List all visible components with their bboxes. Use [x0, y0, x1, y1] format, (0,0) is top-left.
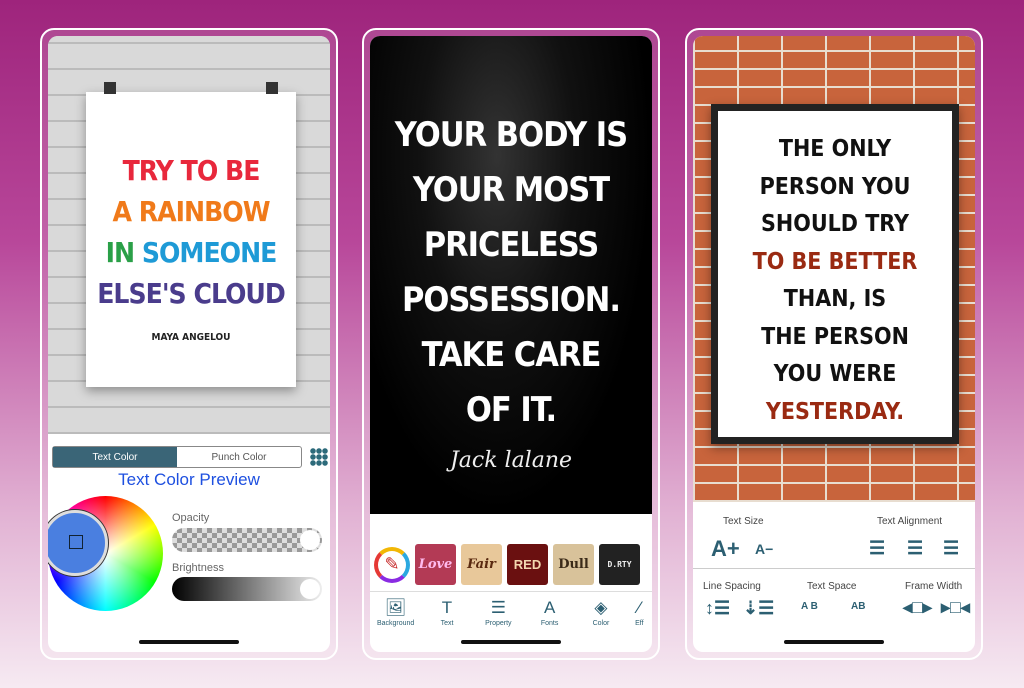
font-style-fair[interactable]: Fair — [461, 544, 502, 585]
tab-punch-color[interactable]: Punch Color — [177, 447, 301, 467]
opacity-slider[interactable] — [172, 528, 322, 552]
toolbar-label: Text — [440, 620, 454, 627]
toolbar-label: Property — [485, 620, 512, 627]
toolbar-property[interactable]: ☰ Property — [475, 598, 521, 627]
phone-text-color: TRY TO BE A RAINBOW IN SOMEONE ELSE'S CL… — [40, 28, 338, 660]
home-indicator — [461, 640, 561, 644]
toolbar-effects[interactable]: ⁄ Eff — [629, 598, 649, 627]
toolbar-label: Fonts — [540, 620, 559, 627]
brightness-slider[interactable] — [172, 577, 322, 601]
phone-fonts: YOUR BODY IS YOUR MOST PRICELESS POSSESS… — [362, 28, 660, 660]
quote-line: TAKE CARE — [421, 335, 602, 375]
clip-icon — [266, 82, 278, 94]
quote-word: IN — [105, 236, 142, 269]
divider — [693, 568, 975, 569]
frame-width-increase-icon[interactable]: ◂□▸ — [903, 597, 932, 618]
signature: Jack lalane — [449, 448, 573, 473]
framed-quote[interactable]: THE ONLY PERSON YOU SHOULD TRY TO BE BETTER… — [711, 104, 959, 444]
selection-square-icon — [69, 535, 83, 549]
quote-line: YOU WERE — [773, 361, 897, 387]
grid-icon[interactable] — [310, 448, 328, 466]
image-icon: 🖼 — [384, 598, 407, 617]
quote-line: PRICELESS — [423, 225, 600, 265]
toolbar-fonts[interactable]: A Fonts — [527, 598, 573, 627]
toolbar-color[interactable]: ◈ Color — [578, 598, 624, 627]
quote-text[interactable]: YOUR BODY IS YOUR MOST PRICELESS POSSESS… — [370, 108, 652, 438]
font-style-dull[interactable]: Dull — [553, 544, 594, 585]
line-spacing-increase-icon[interactable]: ↕☰ — [705, 598, 730, 619]
text-space-increase-icon[interactable]: A B — [801, 601, 818, 612]
text-size-label: Text Size — [723, 516, 764, 527]
text-alignment-label: Text Alignment — [877, 516, 943, 527]
eyedropper-icon[interactable]: ✎ — [374, 546, 410, 583]
quote-line: TRY TO BE — [122, 154, 261, 187]
text-space-label: Text Space — [807, 581, 857, 592]
preview-title: Text Color Preview — [118, 470, 260, 489]
slider-knob[interactable] — [300, 579, 320, 599]
home-indicator — [139, 640, 239, 644]
slider-knob[interactable] — [300, 530, 320, 550]
home-indicator — [784, 640, 884, 644]
text-space-decrease-icon[interactable]: AB — [851, 601, 865, 612]
quote-word: SOMEONE — [141, 236, 278, 269]
frame-width-decrease-icon[interactable]: ▸□◂ — [941, 597, 970, 618]
magic-wand-icon: ⁄ — [637, 598, 641, 617]
quote-line: ELSE'S CLOUD — [97, 277, 286, 310]
toolbar-label: Background — [376, 620, 415, 627]
decrease-text-size-icon[interactable]: A− — [755, 541, 773, 557]
align-left-icon[interactable]: ☰ — [869, 538, 885, 559]
quote-line: PERSON YOU — [759, 173, 911, 200]
clip-icon — [104, 82, 116, 94]
phone-text-property: THE ONLY PERSON YOU SHOULD TRY TO BE BETTER… — [685, 28, 983, 660]
quote-line: YOUR BODY IS — [394, 115, 628, 155]
author: MAYA ANGELOU — [151, 332, 231, 343]
quote-line: POSSESSION. — [402, 280, 621, 320]
color-tabs: Text Color Punch Color — [52, 446, 302, 468]
align-right-icon[interactable]: ☰ — [943, 538, 959, 559]
quote-line: TO BE BETTER — [752, 248, 918, 275]
quote-line: YOUR MOST — [412, 170, 610, 210]
brightness-label: Brightness — [172, 562, 224, 574]
frame-width-label: Frame Width — [905, 581, 963, 592]
line-spacing-decrease-icon[interactable]: ⇣☰ — [743, 598, 774, 619]
quote-line: THE PERSON — [761, 323, 909, 350]
toolbar-background[interactable]: 🖼 Background — [373, 598, 419, 627]
quote-line: THAN, IS — [783, 286, 887, 312]
toolbar-label: Eff — [635, 620, 644, 627]
quote-line: OF IT. — [465, 390, 557, 430]
toolbar-label: Color — [592, 620, 610, 627]
font-style-strip: ✎ Love Fair RED Dull D.RTY — [374, 544, 640, 585]
opacity-label: Opacity — [172, 512, 210, 524]
toolbar-text[interactable]: T Text — [424, 598, 470, 627]
font-style-love[interactable]: Love — [415, 544, 456, 585]
align-center-icon[interactable]: ☰ — [907, 538, 923, 559]
font-style-dirty[interactable]: D.RTY — [599, 544, 640, 585]
text-icon: T — [441, 598, 453, 617]
quote-line: IN SOMEONE — [86, 232, 296, 273]
quote-line: THE ONLY — [778, 136, 892, 162]
quote-line: YESTERDAY. — [765, 398, 905, 425]
quote-line: A RAINBOW — [112, 195, 270, 228]
paint-bucket-icon: ◈ — [594, 598, 608, 617]
align-center-icon: ☰ — [490, 598, 506, 617]
bottom-toolbar: 🖼 Background T Text ☰ Property A Fonts ◈ Colo… — [370, 591, 652, 627]
increase-text-size-icon[interactable]: A+ — [711, 536, 740, 562]
font-style-red[interactable]: RED — [507, 544, 548, 585]
tab-text-color[interactable]: Text Color — [53, 447, 177, 467]
line-spacing-label: Line Spacing — [703, 581, 761, 592]
dark-photo-background: YOUR BODY IS YOUR MOST PRICELESS POSSESS… — [370, 36, 652, 514]
font-icon: A — [543, 598, 556, 617]
poster-canvas[interactable]: TRY TO BE A RAINBOW IN SOMEONE ELSE'S CL… — [86, 82, 296, 387]
quote-line: SHOULD TRY — [761, 211, 909, 237]
